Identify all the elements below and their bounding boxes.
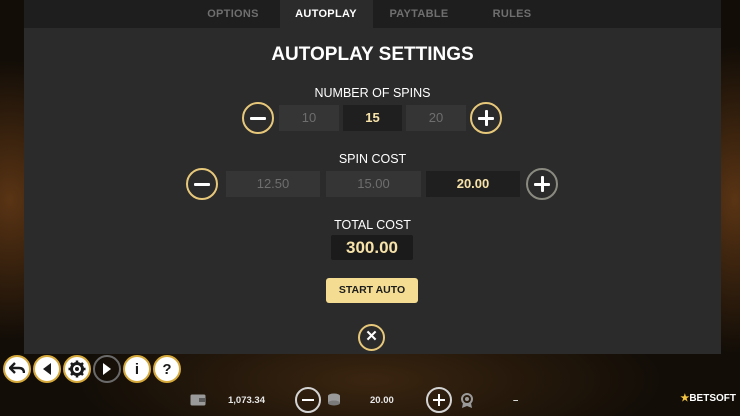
minus-icon bbox=[250, 116, 266, 120]
win-icon bbox=[461, 393, 473, 408]
spins-decrease-button[interactable] bbox=[242, 102, 274, 134]
info-icon: i bbox=[134, 360, 140, 378]
spins-option[interactable]: 10 bbox=[279, 105, 339, 131]
spins-option[interactable]: 20 bbox=[406, 105, 466, 131]
cost-increase-button[interactable] bbox=[526, 168, 558, 200]
bet-decrease-button[interactable] bbox=[295, 387, 321, 413]
betsoft-logo: ★BETSOFT bbox=[680, 393, 736, 404]
spins-option-selected[interactable]: 15 bbox=[343, 105, 402, 131]
help-icon: ? bbox=[162, 360, 172, 378]
wallet-icon bbox=[190, 394, 206, 406]
help-button[interactable]: ? bbox=[153, 355, 181, 383]
cost-option[interactable]: 12.50 bbox=[226, 171, 320, 197]
start-auto-button[interactable]: START AUTO bbox=[326, 278, 418, 303]
cost-option-selected[interactable]: 20.00 bbox=[426, 171, 520, 197]
balance-value: 1,073.34 bbox=[228, 395, 265, 406]
tab-autoplay[interactable]: AUTOPLAY bbox=[279, 0, 373, 28]
spins-label: NUMBER OF SPINS bbox=[314, 86, 431, 100]
info-button[interactable]: i bbox=[123, 355, 151, 383]
play-button[interactable] bbox=[93, 355, 121, 383]
total-cost-label: TOTAL COST bbox=[334, 218, 411, 232]
tab-bar: OPTIONS AUTOPLAY PAYTABLE RULES bbox=[24, 0, 721, 28]
back-button[interactable] bbox=[3, 355, 31, 383]
autoplay-dialog: OPTIONS AUTOPLAY PAYTABLE RULES AUTOPLAY… bbox=[24, 0, 721, 354]
minus-icon bbox=[302, 399, 314, 401]
spin-cost-label: SPIN COST bbox=[338, 152, 407, 166]
total-cost-value: 300.00 bbox=[331, 235, 413, 260]
tab-paytable[interactable]: PAYTABLE bbox=[373, 0, 466, 28]
settings-icon bbox=[68, 360, 86, 378]
close-icon: ✕ bbox=[365, 328, 378, 345]
minus-icon bbox=[194, 182, 210, 186]
back-icon bbox=[9, 362, 25, 374]
cost-option[interactable]: 15.00 bbox=[326, 171, 421, 197]
tab-rules[interactable]: RULES bbox=[466, 0, 559, 28]
win-value: – bbox=[513, 395, 519, 406]
spins-increase-button[interactable] bbox=[470, 102, 502, 134]
dialog-title: AUTOPLAY SETTINGS bbox=[271, 44, 474, 65]
coins-icon bbox=[328, 393, 340, 406]
cost-decrease-button[interactable] bbox=[186, 168, 218, 200]
home-button[interactable] bbox=[33, 355, 61, 383]
home-icon bbox=[43, 363, 51, 375]
tab-options[interactable]: OPTIONS bbox=[187, 0, 280, 28]
close-button[interactable]: ✕ bbox=[358, 324, 385, 351]
bet-value: 20.00 bbox=[370, 395, 394, 406]
settings-button[interactable] bbox=[63, 355, 91, 383]
bet-increase-button[interactable] bbox=[426, 387, 452, 413]
bottom-bar: 1,073.34 20.00 – ★BETSOFT bbox=[0, 385, 740, 416]
play-icon bbox=[103, 363, 111, 375]
